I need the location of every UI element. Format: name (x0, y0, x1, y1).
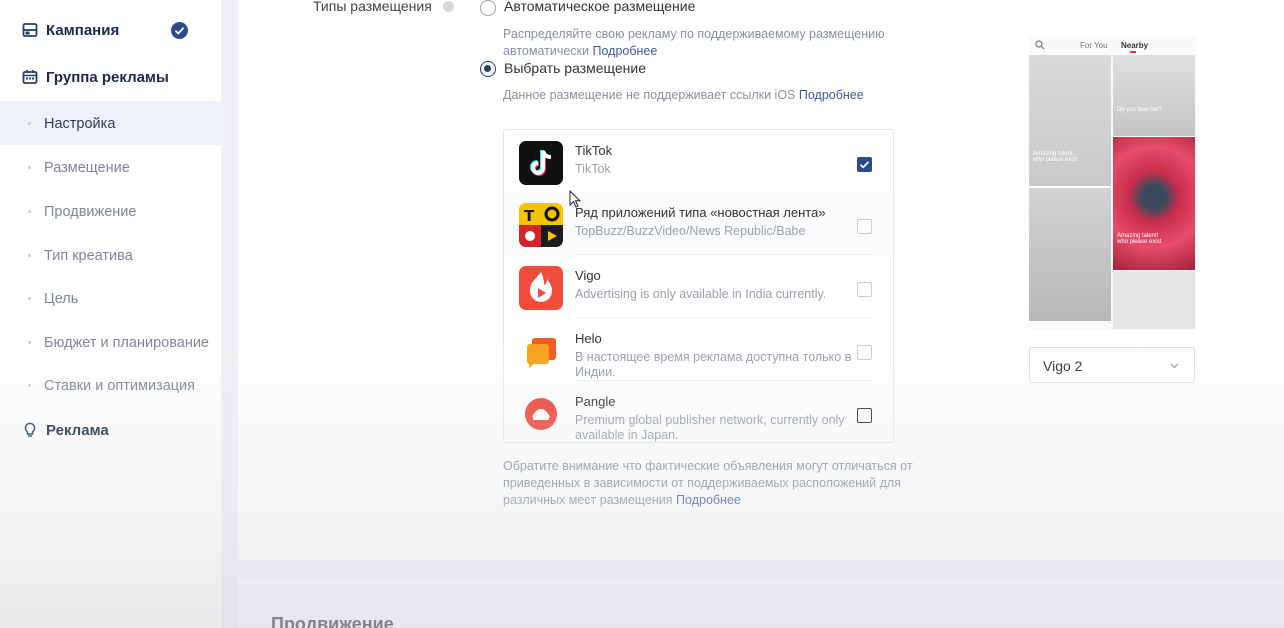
placement-name: Ряд приложений типа «новостная лента» (575, 205, 826, 220)
sidebar-item-label: Продвижение (44, 204, 137, 220)
tile-caption: Amazing talent, who please exist (1033, 151, 1078, 163)
placement-desc: TopBuzz/BuzzVideo/News Republic/Babe (575, 224, 806, 238)
preview-tile-featured: Amazing talent! who please exist (1113, 137, 1195, 270)
placement-name: Vigo (575, 268, 601, 283)
section-title: Продвижение (271, 614, 394, 628)
select-placement-radio[interactable] (480, 61, 496, 77)
auto-placement-radio[interactable] (480, 0, 496, 16)
auto-placement-desc: Распределяйте свою рекламу по поддержива… (503, 27, 885, 41)
sidebar-ad-label: Реклама (46, 422, 109, 439)
more-link[interactable]: Подробнее (799, 88, 864, 102)
divider (575, 317, 873, 318)
promotion-section: Продвижение (238, 578, 1284, 628)
tab-indicator (1130, 51, 1136, 53)
sidebar-item-label: Размещение (44, 160, 130, 176)
sidebar-item-label: Бюджет и планирование (44, 335, 210, 351)
sidebar-item-campaign[interactable]: Кампания (0, 9, 221, 53)
sidebar-campaign-label: Кампания (46, 22, 120, 39)
sidebar-item-label: Тип креатива (44, 248, 133, 264)
calendar-icon (22, 70, 38, 84)
sidebar-ad-group-label: Группа рекламы (46, 69, 169, 86)
helo-checkbox[interactable] (857, 345, 872, 360)
more-link[interactable]: Подробнее (676, 493, 741, 507)
auto-placement-label[interactable]: Автоматическое размещение (504, 0, 695, 14)
tile-caption: Do you love me? (1117, 107, 1163, 113)
ad-preview: For You Nearby Amazing talent, who pleas… (1029, 36, 1196, 330)
pangle-checkbox[interactable] (857, 408, 872, 423)
svg-text:T: T (524, 207, 535, 225)
placement-row-tiktok[interactable]: TikTok TikTok (504, 131, 893, 193)
sidebar-item-ad[interactable]: Реклама (0, 409, 221, 453)
select-placement-label[interactable]: Выбрать размещение (504, 60, 646, 76)
select-placement-desc-text: Данное размещение не поддерживает ссылки… (503, 88, 796, 102)
sidebar-item-label: Настройка (44, 116, 116, 132)
tiktok-logo-icon (519, 141, 563, 185)
bullet-icon (28, 384, 31, 387)
bullet-icon (28, 210, 31, 213)
sidebar-item-label: Ставки и оптимизация (44, 378, 196, 394)
preview-tile (1113, 271, 1195, 329)
auto-placement-desc-text: автоматически (503, 44, 589, 58)
check-circle-icon (171, 22, 188, 39)
placement-list: TikTok TikTok T Ряд приложений типа «нов… (503, 129, 894, 443)
vigo-logo-icon (519, 266, 563, 310)
sidebar-item-placement[interactable]: Размещение (0, 145, 221, 189)
divider (575, 254, 873, 255)
placement-types-label: Типы размещения (313, 0, 432, 14)
sidebar: Кампания Группа рекламы Настройка Размещ… (0, 0, 221, 628)
select-placement-desc: Данное размещение не поддерживает ссылки… (503, 87, 864, 104)
news-feed-checkbox[interactable] (857, 219, 872, 234)
vigo-checkbox[interactable] (857, 282, 872, 297)
placement-name: Helo (575, 331, 602, 346)
auto-placement-desc-2: автоматически Подробнее (503, 43, 657, 60)
tiktok-checkbox[interactable] (857, 157, 872, 172)
lightbulb-icon (24, 422, 36, 437)
sidebar-item-creative-type[interactable]: Тип креатива (0, 233, 221, 277)
chevron-down-icon (1170, 363, 1179, 369)
campaign-icon (22, 23, 38, 37)
placement-name: TikTok (575, 143, 613, 158)
bullet-icon (28, 166, 31, 169)
sidebar-item-promotion[interactable]: Продвижение (0, 189, 221, 233)
placement-row-vigo[interactable]: Vigo Advertising is only available in In… (504, 256, 893, 318)
sidebar-item-goal[interactable]: Цель (0, 276, 221, 320)
bullet-icon (28, 122, 31, 125)
mouse-cursor-icon (569, 190, 581, 208)
note-line-1: Обратите внимание что фактические объявл… (503, 459, 913, 473)
preview-tile: Amazing talent, who please exist (1029, 55, 1111, 186)
topbuzz-logo-icon: T (519, 203, 563, 247)
sidebar-item-bidding[interactable]: Ставки и оптимизация (0, 363, 221, 407)
placement-desc: Premium global publisher network, curren… (575, 413, 845, 442)
info-icon[interactable] (443, 1, 454, 12)
note-line-2: приведенных в зависимости от поддерживае… (503, 476, 901, 490)
helo-logo-icon (519, 329, 563, 373)
preview-app-select[interactable]: Vigo 2 (1029, 347, 1195, 383)
placement-row-helo[interactable]: Helo В настоящее время реклама доступна … (504, 319, 893, 381)
placement-desc: TikTok (575, 162, 611, 176)
note-line-3-text: различных мест размещения (503, 493, 673, 507)
sidebar-item-settings[interactable]: Настройка (0, 101, 221, 145)
placement-desc: Advertising is only available in India c… (575, 287, 827, 301)
tab-nearby: Nearby (1121, 41, 1149, 50)
placement-row-pangle[interactable]: Pangle Premium global publisher network,… (504, 382, 893, 444)
note-line-3: различных мест размещения Подробнее (503, 492, 741, 509)
sidebar-item-label: Цель (44, 291, 79, 307)
sidebar-item-ad-group[interactable]: Группа рекламы (0, 56, 221, 100)
preview-tile: Do you love me? (1113, 55, 1195, 136)
more-link[interactable]: Подробнее (592, 44, 657, 58)
bullet-icon (28, 341, 31, 344)
search-icon (1035, 40, 1045, 50)
select-value: Vigo 2 (1043, 358, 1083, 374)
pangle-logo-icon (519, 392, 563, 436)
tile-caption: Amazing talent! who please exist (1117, 233, 1162, 245)
placement-row-news-feed[interactable]: T Ряд приложений типа «новостная лента» … (504, 193, 893, 255)
sidebar-item-budget[interactable]: Бюджет и планирование (0, 320, 221, 364)
divider (575, 380, 873, 381)
bullet-icon (28, 297, 31, 300)
bullet-icon (28, 254, 31, 257)
tab-for-you: For You (1080, 41, 1108, 50)
placement-name: Pangle (575, 394, 616, 409)
placement-desc: В настоящее время реклама доступна тольк… (575, 350, 852, 379)
preview-tile (1029, 188, 1111, 321)
